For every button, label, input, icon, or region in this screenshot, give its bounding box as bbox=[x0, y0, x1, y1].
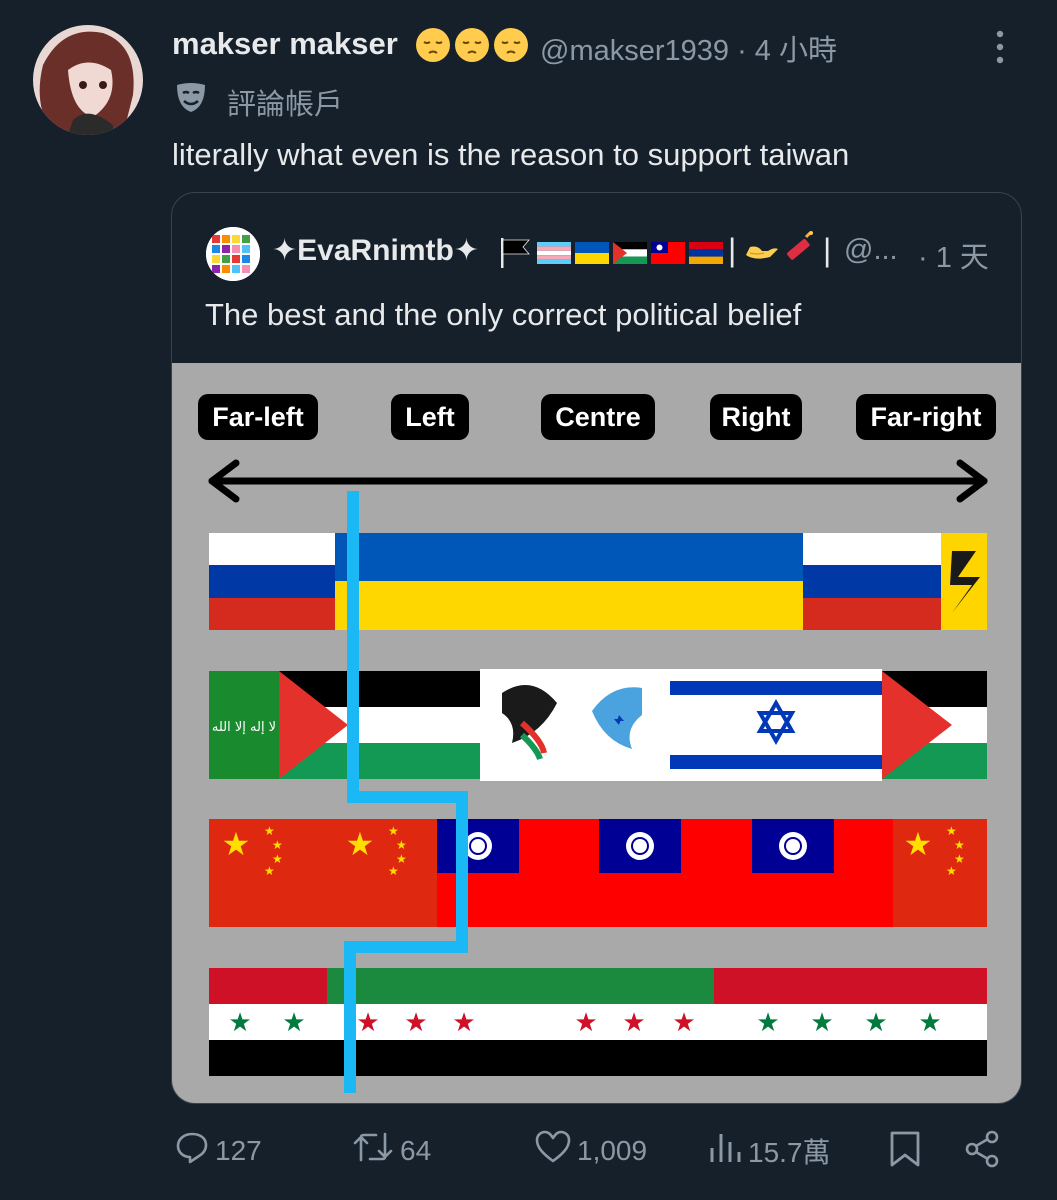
author-name[interactable]: makser makser bbox=[172, 26, 398, 62]
quoted-tweet[interactable]: ✦EvaRnimtb✦ | | @... · 1 天 The best and … bbox=[171, 192, 1022, 1104]
svg-text:★: ★ bbox=[622, 1008, 645, 1038]
quoted-author-avatar[interactable] bbox=[206, 227, 260, 281]
pensive-face-icon bbox=[493, 27, 529, 68]
svg-text:★: ★ bbox=[272, 838, 283, 852]
spectrum-arrow bbox=[208, 459, 988, 503]
views-button[interactable]: 15.7萬 bbox=[708, 1130, 831, 1171]
quoted-author-flags bbox=[499, 238, 727, 273]
analytics-bars-icon bbox=[708, 1130, 742, 1171]
palestine-flag-icon bbox=[613, 242, 647, 264]
svg-text:★: ★ bbox=[396, 838, 407, 852]
transgender-flag-icon bbox=[537, 242, 571, 264]
flag-row-syria: ★ ★ ★ ★ ★ ★ ★ ★ ★ ★ ★ ★ bbox=[209, 968, 987, 1076]
more-options-icon[interactable] bbox=[990, 27, 1010, 67]
ukraine-flag-icon bbox=[575, 242, 609, 264]
political-spectrum-flags: ﻻ إله إلا الله ★ ★ ★ ★ ★ ★ ★ ★ ★ ★ ★ ★ ★… bbox=[208, 459, 988, 1093]
tweet-text: literally what even is the reason to sup… bbox=[172, 137, 850, 172]
author-avatar[interactable] bbox=[33, 25, 143, 135]
reply-icon bbox=[175, 1130, 209, 1171]
like-count: 1,009 bbox=[577, 1134, 648, 1166]
action-bar: 127 64 1,009 15.7萬 bbox=[0, 1130, 1057, 1190]
share-icon bbox=[964, 1130, 1000, 1175]
svg-text:★: ★ bbox=[904, 825, 933, 863]
black-flag-icon bbox=[501, 238, 530, 268]
retweet-button[interactable]: 64 bbox=[352, 1130, 431, 1171]
svg-text:★: ★ bbox=[264, 864, 275, 878]
account-label: 評論帳戶 bbox=[227, 89, 344, 121]
heart-icon bbox=[535, 1130, 571, 1171]
quoted-author-emoji bbox=[744, 231, 816, 272]
pensive-face-icon bbox=[415, 27, 451, 68]
svg-text:★: ★ bbox=[756, 1008, 779, 1038]
svg-text:★: ★ bbox=[264, 824, 275, 838]
svg-text:★: ★ bbox=[946, 864, 957, 878]
share-button[interactable] bbox=[964, 1130, 1000, 1175]
separator-bar: | bbox=[823, 232, 832, 268]
svg-text:★: ★ bbox=[574, 1008, 597, 1038]
author-emoji-row bbox=[415, 27, 529, 68]
quoted-tweet-text: The best and the only correct political … bbox=[205, 297, 802, 332]
svg-text:★: ★ bbox=[452, 1008, 475, 1038]
bookmark-button[interactable] bbox=[888, 1130, 922, 1175]
parody-mask-icon bbox=[173, 79, 209, 120]
svg-text:★: ★ bbox=[810, 1008, 833, 1038]
quoted-author-name[interactable]: ✦EvaRnimtb✦ bbox=[272, 233, 479, 268]
author-handle-time[interactable]: @makser1939 · 4 小時 bbox=[540, 27, 837, 69]
quoted-author-handle[interactable]: @... bbox=[844, 234, 898, 267]
svg-text:★: ★ bbox=[222, 825, 251, 863]
svg-text:ﻻ إله إلا الله: ﻻ إله إلا الله bbox=[212, 720, 276, 735]
firecracker-icon bbox=[787, 231, 813, 260]
svg-text:★: ★ bbox=[918, 1008, 941, 1038]
quoted-media-image[interactable]: Far-left Left Centre Right Far-right ﻻ إ… bbox=[172, 363, 1021, 1103]
reply-count: 127 bbox=[215, 1134, 262, 1166]
svg-text:★: ★ bbox=[388, 824, 399, 838]
reply-button[interactable]: 127 bbox=[175, 1130, 262, 1171]
svg-text:★: ★ bbox=[404, 1008, 427, 1038]
svg-text:★: ★ bbox=[356, 1008, 379, 1038]
svg-text:★: ★ bbox=[228, 1008, 251, 1038]
svg-text:★: ★ bbox=[954, 838, 965, 852]
flag-row-palestine-israel: ﻻ إله إلا الله bbox=[209, 669, 987, 781]
svg-text:★: ★ bbox=[946, 824, 957, 838]
retweet-count: 64 bbox=[400, 1134, 432, 1166]
author-handle[interactable]: @makser1939 bbox=[540, 35, 729, 67]
flag-row-russia-ukraine bbox=[209, 533, 987, 630]
svg-text:★: ★ bbox=[282, 1008, 305, 1038]
view-count: 15.7萬 bbox=[748, 1136, 831, 1168]
svg-text:★: ★ bbox=[388, 864, 399, 878]
retweet-icon bbox=[352, 1130, 394, 1171]
like-button[interactable]: 1,009 bbox=[535, 1130, 647, 1171]
svg-text:★: ★ bbox=[346, 825, 375, 863]
armenia-flag-icon bbox=[689, 242, 723, 264]
svg-text:★: ★ bbox=[672, 1008, 695, 1038]
post-time[interactable]: · 4 小時 bbox=[737, 35, 837, 67]
pensive-face-icon bbox=[454, 27, 490, 68]
taiwan-flag-icon bbox=[651, 242, 685, 264]
svg-text:★: ★ bbox=[864, 1008, 887, 1038]
bookmark-icon bbox=[888, 1130, 922, 1175]
separator-bar: | bbox=[728, 232, 737, 268]
palm-up-hand-icon bbox=[746, 246, 778, 259]
quoted-post-time[interactable]: · 1 天 bbox=[918, 234, 989, 276]
flag-row-china-taiwan: ★ ★ ★ ★ ★ ★ ★ ★ ★ ★ ★ ★ ★ ★ ★ bbox=[209, 819, 987, 927]
